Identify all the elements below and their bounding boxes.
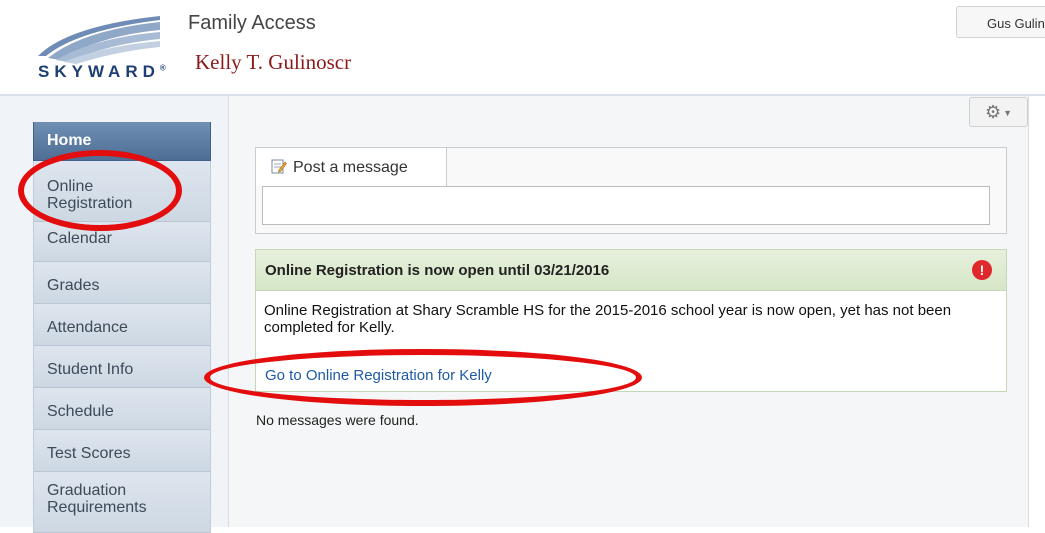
sidebar-item-label: Online Registration: [47, 178, 133, 212]
post-message-label: Post a message: [293, 159, 408, 176]
sidebar-item-schedule[interactable]: Schedule: [33, 388, 211, 430]
sidebar-item-attendance[interactable]: Attendance: [33, 304, 211, 346]
sidebar-item-label: Graduation Requirements: [47, 482, 147, 516]
sidebar-nav: Home Online Registration Calendar Grades…: [33, 122, 211, 533]
online-registration-link[interactable]: Go to Online Registration for Kelly: [265, 367, 492, 384]
empty-messages-text: No messages were found.: [256, 412, 419, 428]
right-rail: [1028, 96, 1045, 527]
post-message-tab[interactable]: Post a message: [256, 148, 447, 186]
chevron-down-icon: ▼: [1003, 108, 1013, 119]
post-message-panel: Post a message: [255, 147, 1007, 234]
sidebar-item-home[interactable]: Home: [33, 122, 211, 161]
sidebar-item-graduation-requirements[interactable]: Graduation Requirements: [33, 472, 211, 533]
page-header: SKYWARD® Family Access Kelly T. Gulinosc…: [0, 0, 1045, 96]
registration-notice: Online Registration is now open until 03…: [255, 249, 1007, 392]
sidebar-item-calendar[interactable]: Calendar: [33, 222, 211, 262]
user-menu-button[interactable]: Gus Gulinoscr: [956, 6, 1045, 38]
notice-title: Online Registration is now open until 03…: [265, 262, 610, 279]
post-message-input[interactable]: [262, 186, 990, 225]
settings-button[interactable]: ⚙ ▼: [969, 97, 1028, 127]
student-name: Kelly T. Gulinoscr: [195, 50, 352, 74]
notice-body: Online Registration at Shary Scramble HS…: [264, 302, 952, 336]
sidebar-item-online-registration[interactable]: Online Registration: [33, 161, 211, 222]
exclamation-icon: !: [972, 260, 992, 280]
app-title: Family Access: [188, 12, 316, 34]
gear-icon: ⚙: [984, 102, 1002, 122]
pencil-note-icon: [271, 159, 287, 174]
skyward-wordmark: SKYWARD®: [38, 62, 166, 81]
sidebar-item-test-scores[interactable]: Test Scores: [33, 430, 211, 472]
sidebar-item-student-info[interactable]: Student Info: [33, 346, 211, 388]
sidebar-item-grades[interactable]: Grades: [33, 262, 211, 304]
notice-header: Online Registration is now open until 03…: [256, 250, 1006, 291]
sidebar: Home Online Registration Calendar Grades…: [0, 96, 229, 533]
